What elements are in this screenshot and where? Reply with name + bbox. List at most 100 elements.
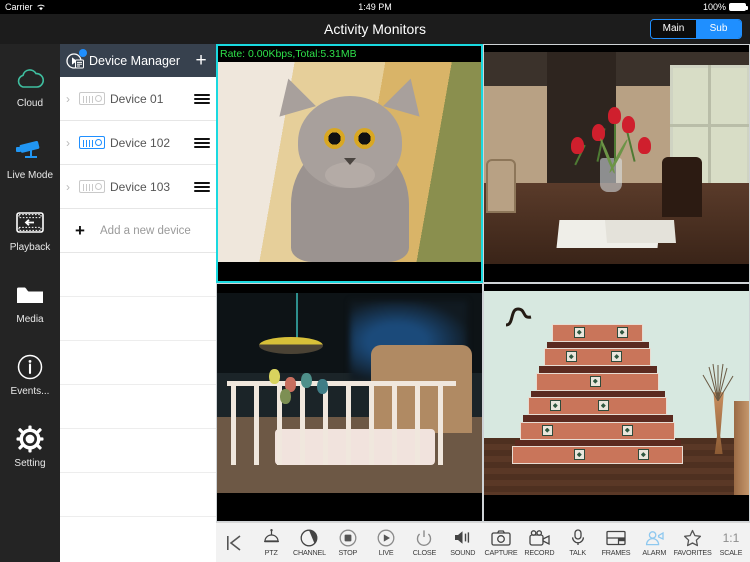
- table-row[interactable]: › Device 102: [60, 121, 216, 165]
- segment-main[interactable]: Main: [651, 20, 696, 38]
- video-scene-stairs: [483, 291, 750, 495]
- device-manager-header: Device Manager +: [60, 44, 216, 77]
- video-scene-tulips: [483, 52, 750, 264]
- info-circle-icon: [14, 352, 46, 382]
- sidebar: Cloud Live Mode Playback Media Events...…: [0, 44, 60, 562]
- one-to-one-icon: 1:1: [722, 530, 740, 545]
- toolbar-label: CLOSE: [412, 548, 437, 557]
- list-item: [60, 429, 216, 473]
- device-menu-icon[interactable]: [194, 93, 210, 104]
- gear-icon: [14, 424, 46, 454]
- toolbar-button-record[interactable]: RECORD: [520, 523, 558, 562]
- chevron-right-icon[interactable]: ›: [66, 180, 74, 194]
- notification-badge: [79, 48, 87, 57]
- cloud-icon: [14, 64, 46, 94]
- sidebar-item-label: Live Mode: [6, 169, 54, 181]
- device-manager-panel: Device Manager + › Device 01 › Device 10…: [60, 44, 216, 562]
- stop-icon: [339, 528, 357, 547]
- status-bar-time: 1:49 PM: [358, 2, 392, 12]
- channel-circle-icon: [300, 528, 318, 547]
- toolbar-label: STOP: [338, 548, 358, 557]
- video-cell-top-right[interactable]: [483, 44, 750, 283]
- toolbar-button-stop[interactable]: STOP: [329, 523, 367, 562]
- video-cell-bottom-right[interactable]: [483, 283, 750, 522]
- speaker-icon: [453, 528, 473, 547]
- list-item: [60, 253, 216, 297]
- toolbar-button-talk[interactable]: TALK: [559, 523, 597, 562]
- toolbar-button-alarm[interactable]: ALARM: [635, 523, 673, 562]
- back-to-start-button[interactable]: [216, 534, 252, 552]
- stream-rate-overlay: Rate: 0.00Kbps,Total:5.31MB: [218, 46, 481, 62]
- add-device-header-button[interactable]: +: [192, 51, 210, 70]
- device-status-icon: [79, 92, 105, 105]
- sidebar-item-setting[interactable]: Setting: [0, 410, 60, 482]
- sidebar-item-label: Playback: [9, 241, 51, 253]
- status-bar-right: 100%: [703, 2, 748, 12]
- toolbar-button-capture[interactable]: CAPTURE: [482, 523, 520, 562]
- status-bar: Carrier 1:49 PM 100%: [0, 0, 750, 14]
- video-camera-icon: [529, 528, 550, 547]
- device-status-icon: [79, 180, 105, 193]
- video-scene-crib: [216, 293, 483, 493]
- frames-grid-icon: [606, 528, 626, 547]
- device-status-icon: [79, 136, 105, 149]
- chevron-right-icon[interactable]: ›: [66, 136, 74, 150]
- page-title: Activity Monitors: [324, 21, 426, 37]
- wall-decor-icon: [505, 307, 532, 327]
- add-new-device-row[interactable]: + Add a new device: [60, 209, 216, 253]
- alarm-person-icon: [644, 528, 664, 547]
- microphone-icon: [570, 528, 586, 547]
- device-name-label: Device 103: [110, 179, 171, 194]
- toolbar-button-sound[interactable]: SOUND: [444, 523, 482, 562]
- segment-sub[interactable]: Sub: [696, 20, 741, 38]
- toolbar-label: SCALE: [719, 548, 743, 557]
- chevron-right-icon[interactable]: ›: [66, 92, 74, 106]
- video-scene-cat: [216, 62, 483, 262]
- folder-icon: [14, 280, 46, 310]
- toolbar-button-channel[interactable]: CHANNEL: [290, 523, 328, 562]
- power-icon: [415, 528, 433, 547]
- camera-icon: [491, 528, 511, 547]
- toolbar-button-live[interactable]: LIVE: [367, 523, 405, 562]
- toolbar-label: CHANNEL: [292, 548, 326, 557]
- film-rewind-icon: [14, 208, 46, 238]
- app-root: Carrier 1:49 PM 100% Activity Monitors M…: [0, 0, 750, 562]
- cctv-camera-icon: [14, 136, 46, 166]
- device-menu-icon[interactable]: [194, 137, 210, 148]
- bottom-toolbar: PTZ CHANNEL STOP LIVE CLOSE SOUND CAPTUR…: [216, 522, 750, 562]
- toolbar-button-scale[interactable]: 1:1 SCALE: [712, 523, 750, 562]
- toolbar-label: SOUND: [450, 548, 476, 557]
- device-menu-icon[interactable]: [194, 181, 210, 192]
- sidebar-item-media[interactable]: Media: [0, 266, 60, 338]
- toolbar-label: FAVORITES: [673, 548, 712, 557]
- twigs-icon: [702, 364, 734, 402]
- toolbar-label: LIVE: [378, 548, 394, 557]
- plus-icon: +: [75, 220, 85, 240]
- video-cell-bottom-left[interactable]: [216, 283, 483, 522]
- nav-bar: Activity Monitors Main Sub: [0, 14, 750, 44]
- list-item: [60, 341, 216, 385]
- device-name-label: Device 102: [110, 135, 171, 150]
- list-item: [60, 473, 216, 517]
- video-cell-top-left[interactable]: Rate: 0.00Kbps,Total:5.31MB: [216, 44, 483, 283]
- sidebar-item-playback[interactable]: Playback: [0, 194, 60, 266]
- sidebar-item-label: Media: [16, 313, 44, 325]
- video-grid: Rate: 0.00Kbps,Total:5.31MB: [216, 44, 750, 522]
- toolbar-button-ptz[interactable]: PTZ: [252, 523, 290, 562]
- toolbar-label: ALARM: [642, 548, 667, 557]
- play-icon: [377, 528, 395, 547]
- sidebar-item-label: Setting: [14, 457, 46, 469]
- ptz-dome-icon: [262, 528, 281, 547]
- sidebar-item-cloud[interactable]: Cloud: [0, 50, 60, 122]
- stream-type-segmented-control[interactable]: Main Sub: [650, 19, 742, 39]
- sidebar-item-events[interactable]: Events...: [0, 338, 60, 410]
- device-list-icon: [66, 48, 87, 70]
- table-row[interactable]: › Device 103: [60, 165, 216, 209]
- toolbar-button-close[interactable]: CLOSE: [405, 523, 443, 562]
- sidebar-item-live-mode[interactable]: Live Mode: [0, 122, 60, 194]
- toolbar-button-favorites[interactable]: FAVORITES: [673, 523, 712, 562]
- add-new-device-label: Add a new device: [100, 224, 191, 237]
- device-manager-title: Device Manager: [89, 53, 181, 68]
- toolbar-button-frames[interactable]: FRAMES: [597, 523, 635, 562]
- table-row[interactable]: › Device 01: [60, 77, 216, 121]
